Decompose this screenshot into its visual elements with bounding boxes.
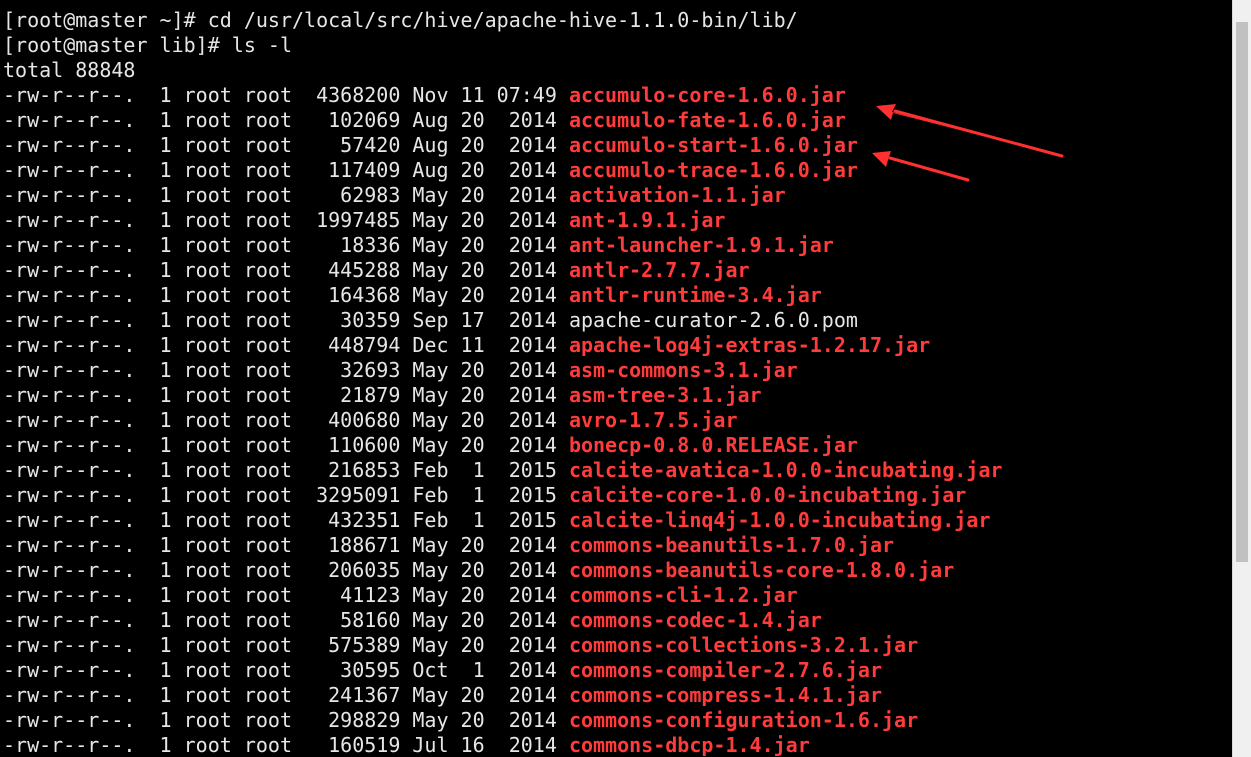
file-listing-row: -rw-r--r--. 1 root root 448794 Dec 11 20… [3, 333, 1002, 358]
file-name: commons-configuration-1.6.jar [568, 708, 919, 732]
file-listing-row: -rw-r--r--. 1 root root 188671 May 20 20… [3, 533, 1002, 558]
file-name: commons-cli-1.2.jar [568, 583, 798, 607]
file-listing-row: -rw-r--r--. 1 root root 164368 May 20 20… [3, 283, 1002, 308]
file-name: commons-compiler-2.7.6.jar [568, 658, 883, 682]
file-listing-row: -rw-r--r--. 1 root root 216853 Feb 1 201… [3, 458, 1002, 483]
file-attributes: -rw-r--r--. 1 root root 41123 May 20 201… [3, 583, 569, 607]
vertical-scrollbar[interactable] [1232, 0, 1251, 757]
file-attributes: -rw-r--r--. 1 root root 206035 May 20 20… [3, 558, 569, 582]
file-name: apache-curator-2.6.0.pom [568, 308, 858, 332]
file-listing-row: -rw-r--r--. 1 root root 102069 Aug 20 20… [3, 108, 1002, 133]
file-name: accumulo-trace-1.6.0.jar [568, 158, 858, 182]
terminal-output: [root@master ~]# cd /usr/local/src/hive/… [3, 8, 1002, 757]
file-attributes: -rw-r--r--. 1 root root 3295091 Feb 1 20… [3, 483, 569, 507]
file-attributes: -rw-r--r--. 1 root root 30595 Oct 1 2014 [3, 658, 569, 682]
file-listing-row: -rw-r--r--. 1 root root 3295091 Feb 1 20… [3, 483, 1002, 508]
file-name: antlr-runtime-3.4.jar [568, 283, 822, 307]
file-name: ant-1.9.1.jar [568, 208, 726, 232]
file-name: accumulo-start-1.6.0.jar [568, 133, 858, 157]
file-listing-row: -rw-r--r--. 1 root root 432351 Feb 1 201… [3, 508, 1002, 533]
file-listing-row: -rw-r--r--. 1 root root 21879 May 20 201… [3, 383, 1002, 408]
file-listing-row: -rw-r--r--. 1 root root 117409 Aug 20 20… [3, 158, 1002, 183]
file-name: commons-dbcp-1.4.jar [568, 733, 810, 757]
terminal-line: [root@master lib]# ls -l [3, 33, 1002, 58]
file-attributes: -rw-r--r--. 1 root root 160519 Jul 16 20… [3, 733, 569, 757]
file-listing-row: -rw-r--r--. 1 root root 30595 Oct 1 2014… [3, 658, 1002, 683]
terminal-line: total 88848 [3, 58, 1002, 83]
file-attributes: -rw-r--r--. 1 root root 18336 May 20 201… [3, 233, 569, 257]
file-name: apache-log4j-extras-1.2.17.jar [568, 333, 931, 357]
file-listing-row: -rw-r--r--. 1 root root 32693 May 20 201… [3, 358, 1002, 383]
file-attributes: -rw-r--r--. 1 root root 1997485 May 20 2… [3, 208, 569, 232]
file-listing-row: -rw-r--r--. 1 root root 41123 May 20 201… [3, 583, 1002, 608]
scrollbar-thumb[interactable] [1236, 22, 1248, 562]
file-listing-row: -rw-r--r--. 1 root root 30359 Sep 17 201… [3, 308, 1002, 333]
file-name: accumulo-fate-1.6.0.jar [568, 108, 846, 132]
file-listing-row: -rw-r--r--. 1 root root 241367 May 20 20… [3, 683, 1002, 708]
file-name: antlr-2.7.7.jar [568, 258, 750, 282]
file-attributes: -rw-r--r--. 1 root root 57420 Aug 20 201… [3, 133, 569, 157]
terminal-line: [root@master ~]# cd /usr/local/src/hive/… [3, 8, 1002, 33]
file-name: calcite-linq4j-1.0.0-incubating.jar [568, 508, 991, 532]
file-attributes: -rw-r--r--. 1 root root 432351 Feb 1 201… [3, 508, 569, 532]
file-name: accumulo-core-1.6.0.jar [568, 83, 846, 107]
file-attributes: -rw-r--r--. 1 root root 400680 May 20 20… [3, 408, 569, 432]
file-listing-row: -rw-r--r--. 1 root root 298829 May 20 20… [3, 708, 1002, 733]
file-attributes: -rw-r--r--. 1 root root 216853 Feb 1 201… [3, 458, 569, 482]
file-attributes: -rw-r--r--. 1 root root 21879 May 20 201… [3, 383, 569, 407]
command-line-text: total 88848 [3, 58, 136, 82]
file-name: bonecp-0.8.0.RELEASE.jar [568, 433, 858, 457]
terminal-window[interactable]: [root@master ~]# cd /usr/local/src/hive/… [0, 0, 1232, 757]
file-attributes: -rw-r--r--. 1 root root 30359 Sep 17 201… [3, 308, 569, 332]
file-listing-row: -rw-r--r--. 1 root root 400680 May 20 20… [3, 408, 1002, 433]
file-name: calcite-avatica-1.0.0-incubating.jar [568, 458, 1003, 482]
file-listing-row: -rw-r--r--. 1 root root 110600 May 20 20… [3, 433, 1002, 458]
file-listing-row: -rw-r--r--. 1 root root 58160 May 20 201… [3, 608, 1002, 633]
file-attributes: -rw-r--r--. 1 root root 575389 May 20 20… [3, 633, 569, 657]
file-attributes: -rw-r--r--. 1 root root 58160 May 20 201… [3, 608, 569, 632]
command-line-text: [root@master lib]# ls -l [3, 33, 292, 57]
file-listing-row: -rw-r--r--. 1 root root 57420 Aug 20 201… [3, 133, 1002, 158]
file-listing-row: -rw-r--r--. 1 root root 18336 May 20 201… [3, 233, 1002, 258]
file-name: commons-collections-3.2.1.jar [568, 633, 919, 657]
command-line-text: [root@master ~]# cd /usr/local/src/hive/… [3, 8, 798, 32]
file-name: activation-1.1.jar [568, 183, 786, 207]
file-name: commons-beanutils-1.7.0.jar [568, 533, 895, 557]
file-attributes: -rw-r--r--. 1 root root 164368 May 20 20… [3, 283, 569, 307]
file-name: commons-compress-1.4.1.jar [568, 683, 883, 707]
file-listing-row: -rw-r--r--. 1 root root 206035 May 20 20… [3, 558, 1002, 583]
file-attributes: -rw-r--r--. 1 root root 32693 May 20 201… [3, 358, 569, 382]
file-name: asm-tree-3.1.jar [568, 383, 762, 407]
file-attributes: -rw-r--r--. 1 root root 241367 May 20 20… [3, 683, 569, 707]
file-name: commons-beanutils-core-1.8.0.jar [568, 558, 955, 582]
file-name: ant-launcher-1.9.1.jar [568, 233, 834, 257]
file-attributes: -rw-r--r--. 1 root root 62983 May 20 201… [3, 183, 569, 207]
file-listing-row: -rw-r--r--. 1 root root 4368200 Nov 11 0… [3, 83, 1002, 108]
file-listing-row: -rw-r--r--. 1 root root 1997485 May 20 2… [3, 208, 1002, 233]
file-listing-row: -rw-r--r--. 1 root root 62983 May 20 201… [3, 183, 1002, 208]
file-attributes: -rw-r--r--. 1 root root 110600 May 20 20… [3, 433, 569, 457]
file-attributes: -rw-r--r--. 1 root root 102069 Aug 20 20… [3, 108, 569, 132]
file-attributes: -rw-r--r--. 1 root root 445288 May 20 20… [3, 258, 569, 282]
file-attributes: -rw-r--r--. 1 root root 117409 Aug 20 20… [3, 158, 569, 182]
file-attributes: -rw-r--r--. 1 root root 188671 May 20 20… [3, 533, 569, 557]
file-listing-row: -rw-r--r--. 1 root root 575389 May 20 20… [3, 633, 1002, 658]
file-attributes: -rw-r--r--. 1 root root 448794 Dec 11 20… [3, 333, 569, 357]
file-attributes: -rw-r--r--. 1 root root 298829 May 20 20… [3, 708, 569, 732]
file-name: calcite-core-1.0.0-incubating.jar [568, 483, 967, 507]
file-name: commons-codec-1.4.jar [568, 608, 822, 632]
file-listing-row: -rw-r--r--. 1 root root 160519 Jul 16 20… [3, 733, 1002, 757]
file-name: asm-commons-3.1.jar [568, 358, 798, 382]
file-listing-row: -rw-r--r--. 1 root root 445288 May 20 20… [3, 258, 1002, 283]
file-attributes: -rw-r--r--. 1 root root 4368200 Nov 11 0… [3, 83, 569, 107]
file-name: avro-1.7.5.jar [568, 408, 738, 432]
